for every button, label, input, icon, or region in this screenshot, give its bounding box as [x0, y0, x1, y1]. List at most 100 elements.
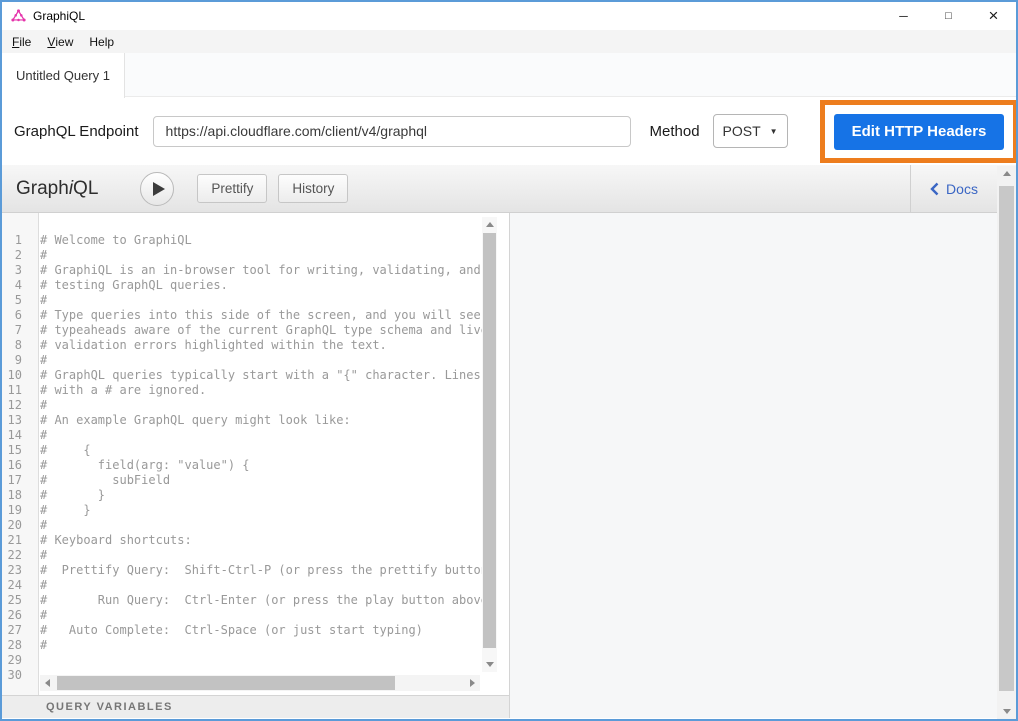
code-text: # GraphiQL is an in-browser tool for wri… [31, 263, 481, 278]
line-number: 24 [2, 578, 31, 593]
main-area: 1# Welcome to GraphiQL2#3# GraphiQL is a… [2, 213, 1016, 718]
execute-query-button[interactable] [140, 172, 174, 206]
scrollbar-thumb[interactable] [999, 186, 1014, 691]
endpoint-input[interactable] [153, 116, 631, 147]
graphiql-title: GraphiQL [16, 178, 98, 200]
scroll-left-icon[interactable] [45, 679, 50, 687]
code-line[interactable]: 7# typeaheads aware of the current Graph… [2, 323, 493, 338]
code-line[interactable]: 28# [2, 638, 493, 653]
code-text: # } [31, 488, 105, 503]
title-bar: GraphiQL ─ □ × [2, 2, 1016, 30]
method-select[interactable]: POST ▼ [713, 114, 788, 148]
editor-horizontal-scrollbar[interactable] [40, 675, 480, 691]
code-text: # [31, 353, 47, 368]
code-line[interactable]: 20# [2, 518, 493, 533]
menu-file[interactable]: File [4, 30, 39, 53]
code-text: # [31, 428, 47, 443]
code-text: # Run Query: Ctrl-Enter (or press the pl… [31, 593, 493, 608]
code-line[interactable]: 22# [2, 548, 493, 563]
line-number: 30 [2, 668, 31, 683]
code-line[interactable]: 8# validation errors highlighted within … [2, 338, 493, 353]
line-number: 12 [2, 398, 31, 413]
code-line[interactable]: 17# subField [2, 473, 493, 488]
scroll-right-icon[interactable] [470, 679, 475, 687]
prettify-button[interactable]: Prettify [197, 174, 267, 203]
code-line[interactable]: 9# [2, 353, 493, 368]
code-line[interactable]: 29 [2, 653, 493, 668]
code-line[interactable]: 21# Keyboard shortcuts: [2, 533, 493, 548]
tab-untitled-query-1[interactable]: Untitled Query 1 [2, 53, 125, 98]
docs-toggle[interactable]: Docs [910, 165, 997, 212]
line-number: 8 [2, 338, 31, 353]
code-text: # validation errors highlighted within t… [31, 338, 387, 353]
code-line[interactable]: 10# GraphQL queries typically start with… [2, 368, 493, 383]
code-line[interactable]: 16# field(arg: "value") { [2, 458, 493, 473]
code-line[interactable]: 27# Auto Complete: Ctrl-Space (or just s… [2, 623, 493, 638]
line-number: 15 [2, 443, 31, 458]
line-number: 6 [2, 308, 31, 323]
code-line[interactable]: 25# Run Query: Ctrl-Enter (or press the … [2, 593, 493, 608]
code-line[interactable]: 15# { [2, 443, 493, 458]
query-editor-pane: 1# Welcome to GraphiQL2#3# GraphiQL is a… [2, 213, 510, 718]
code-line[interactable]: 5# [2, 293, 493, 308]
close-button[interactable]: × [971, 2, 1016, 30]
line-number: 18 [2, 488, 31, 503]
menu-view[interactable]: View [39, 30, 81, 53]
code-line[interactable]: 11# with a # are ignored. [2, 383, 493, 398]
edit-http-headers-button[interactable]: Edit HTTP Headers [834, 114, 1004, 150]
maximize-button[interactable]: □ [926, 2, 971, 30]
code-text: # Type queries into this side of the scr… [31, 308, 493, 323]
menu-help[interactable]: Help [81, 30, 122, 53]
code-line[interactable]: 13# An example GraphQL query might look … [2, 413, 493, 428]
code-line[interactable]: 3# GraphiQL is an in-browser tool for wr… [2, 263, 493, 278]
window-title: GraphiQL [33, 9, 85, 23]
line-number: 4 [2, 278, 31, 293]
code-editor[interactable]: 1# Welcome to GraphiQL2#3# GraphiQL is a… [2, 213, 509, 695]
scrollbar-thumb[interactable] [483, 233, 496, 648]
line-number: 26 [2, 608, 31, 623]
code-text: # [31, 398, 47, 413]
code-line[interactable]: 23# Prettify Query: Shift-Ctrl-P (or pre… [2, 563, 493, 578]
code-line[interactable]: 18# } [2, 488, 493, 503]
minimize-button[interactable]: ─ [881, 2, 926, 30]
line-number: 11 [2, 383, 31, 398]
line-number: 10 [2, 368, 31, 383]
code-text [31, 653, 40, 668]
menu-bar: File View Help [2, 30, 1016, 53]
code-text: # Welcome to GraphiQL [31, 233, 192, 248]
scroll-down-icon[interactable] [486, 662, 494, 667]
code-line[interactable]: 1# Welcome to GraphiQL [2, 233, 493, 248]
line-number: 20 [2, 518, 31, 533]
scroll-down-icon[interactable] [1003, 709, 1011, 714]
scroll-up-icon[interactable] [486, 222, 494, 227]
chevron-left-icon [930, 182, 939, 196]
code-text: # An example GraphQL query might look li… [31, 413, 351, 428]
code-line[interactable]: 24# [2, 578, 493, 593]
query-variables-bar[interactable]: QUERY VARIABLES [2, 695, 509, 718]
scroll-up-icon[interactable] [1003, 171, 1011, 176]
code-text: # [31, 293, 47, 308]
app-window: GraphiQL ─ □ × File View Help Untitled Q… [0, 0, 1018, 721]
graphql-logo-icon [11, 9, 26, 24]
line-number: 27 [2, 623, 31, 638]
window-vertical-scrollbar[interactable] [997, 166, 1016, 719]
scrollbar-thumb[interactable] [57, 676, 395, 690]
code-text: # } [31, 503, 91, 518]
history-button[interactable]: History [278, 174, 348, 203]
line-number: 17 [2, 473, 31, 488]
code-line[interactable]: 4# testing GraphQL queries. [2, 278, 493, 293]
code-line[interactable]: 12# [2, 398, 493, 413]
code-text: # Prettify Query: Shift-Ctrl-P (or press… [31, 563, 493, 578]
code-text: # [31, 548, 47, 563]
code-line[interactable]: 14# [2, 428, 493, 443]
code-line[interactable]: 26# [2, 608, 493, 623]
line-number: 3 [2, 263, 31, 278]
editor-vertical-scrollbar[interactable] [482, 217, 497, 672]
line-number: 23 [2, 563, 31, 578]
code-line[interactable]: 19# } [2, 503, 493, 518]
code-line[interactable]: 2# [2, 248, 493, 263]
code-line[interactable]: 6# Type queries into this side of the sc… [2, 308, 493, 323]
code-text: # [31, 248, 47, 263]
code-text: # [31, 578, 47, 593]
code-text: # Auto Complete: Ctrl-Space (or just sta… [31, 623, 423, 638]
